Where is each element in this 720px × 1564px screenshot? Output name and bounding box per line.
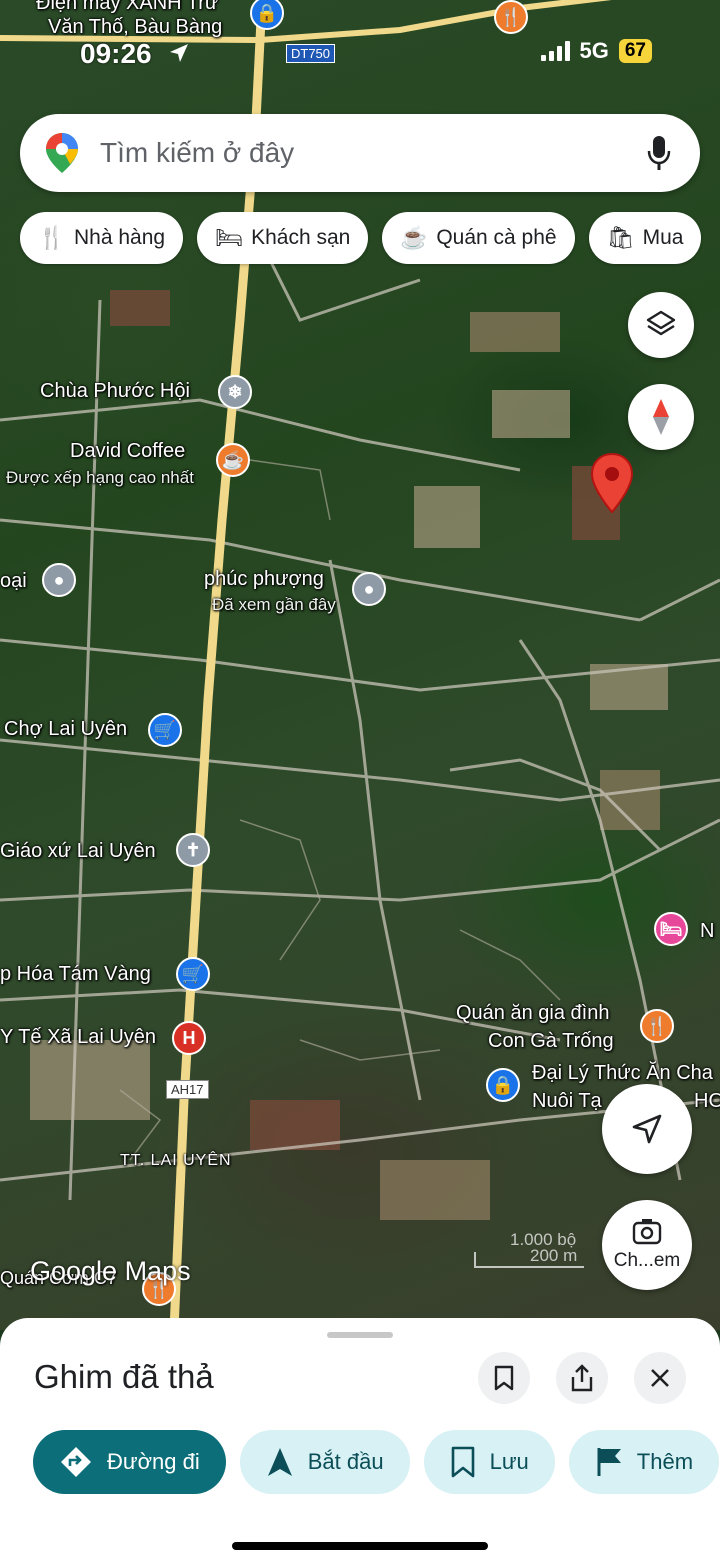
- bookmark-icon: [494, 1365, 514, 1391]
- chip-label: Khách sạn: [251, 226, 351, 249]
- network-type: 5G: [579, 38, 609, 63]
- sheet-title: Ghim đã thả: [34, 1358, 214, 1395]
- shopping-cart-pin-icon[interactable]: 🛒: [176, 957, 210, 991]
- navigation-arrow-icon: [267, 1448, 292, 1476]
- map-scale: 1.000 bộ 200 m: [474, 1230, 584, 1268]
- hotel-icon: 🛏: [215, 225, 244, 250]
- home-indicator[interactable]: [232, 1542, 488, 1550]
- place-label[interactable]: N: [700, 920, 714, 943]
- share-button[interactable]: [556, 1352, 608, 1404]
- town-label: TT. LAI UYÊN: [120, 1152, 232, 1169]
- hotel-pin-icon[interactable]: 🛏: [654, 912, 688, 946]
- place-label[interactable]: oại: [0, 570, 27, 593]
- place-label-phuc-phuong[interactable]: phúc phượng: [204, 568, 324, 591]
- location-arrow-icon: [168, 42, 190, 69]
- chip-hotels[interactable]: 🛏 Khách sạn: [197, 212, 369, 264]
- shopping-cart-pin-icon[interactable]: 🛒: [148, 713, 182, 747]
- navigation-arrow-icon: [632, 1114, 662, 1144]
- close-icon: [651, 1369, 669, 1387]
- compass-icon: [653, 399, 669, 435]
- search-input[interactable]: Tìm kiếm ở đây: [100, 137, 646, 169]
- status-indicators: 5G 67: [540, 38, 652, 64]
- chip-shopping[interactable]: 🛍 Mua: [588, 212, 702, 264]
- store-pin-icon[interactable]: 🔒: [486, 1068, 520, 1102]
- start-label: Bắt đầu: [307, 1449, 384, 1474]
- lens-button[interactable]: Ch...em: [602, 1200, 692, 1290]
- place-label-y-te[interactable]: Y Tế Xã Lai Uyên: [0, 1026, 156, 1049]
- status-time: 09:26: [80, 38, 152, 69]
- chip-label: Mua: [642, 226, 684, 249]
- restaurant-pin-icon[interactable]: 🍴: [640, 1009, 674, 1043]
- dropped-pin-icon[interactable]: [590, 452, 634, 521]
- place-sublabel: Được xếp hạng cao nhất: [6, 468, 194, 487]
- compass-button[interactable]: [628, 384, 694, 450]
- place-label-david-coffee[interactable]: David Coffee: [70, 440, 185, 463]
- layers-icon: [646, 310, 676, 336]
- bottom-sheet[interactable]: Ghim đã thả Đường đi Bắt đầu Lưu Thêm: [0, 1318, 720, 1564]
- coffee-pin-icon[interactable]: ☕: [216, 443, 250, 477]
- temple-pin-icon[interactable]: ❄: [218, 375, 252, 409]
- place-label-giao-xu[interactable]: Giáo xứ Lai Uyên: [0, 840, 156, 863]
- place-label-chua-phuoc-hoi[interactable]: Chùa Phước Hội: [40, 380, 190, 403]
- chip-label: Nhà hàng: [74, 226, 166, 249]
- google-maps-pin-icon: [46, 133, 78, 173]
- start-button[interactable]: Bắt đầu: [239, 1430, 410, 1494]
- place-pin-icon[interactable]: ●: [42, 563, 76, 597]
- flag-icon: [597, 1448, 621, 1476]
- category-chips: 🍴 Nhà hàng 🛏 Khách sạn ☕ Quán cà phê 🛍 M…: [20, 212, 702, 264]
- place-label[interactable]: Văn Thố, Bàu Bàng: [48, 16, 222, 39]
- place-label-dai-ly-2[interactable]: Nuôi Tạ: [532, 1090, 602, 1113]
- place-label-dai-ly[interactable]: Đại Lý Thức Ăn Cha: [532, 1062, 713, 1085]
- lens-label: Ch...em: [613, 1250, 681, 1271]
- my-location-button[interactable]: [602, 1084, 692, 1174]
- road-shield-dt750: DT750: [286, 44, 336, 63]
- battery-indicator: 67: [618, 39, 652, 63]
- place-sublabel: Đã xem gần đây: [212, 595, 336, 614]
- chip-restaurants[interactable]: 🍴 Nhà hàng: [20, 212, 184, 264]
- signal-icon: [540, 41, 570, 61]
- layers-button[interactable]: [628, 292, 694, 358]
- shopping-bag-icon: 🛍: [606, 225, 635, 250]
- recent-place-pin-icon[interactable]: ●: [352, 572, 386, 606]
- close-button[interactable]: [634, 1352, 686, 1404]
- place-label-cho-lai-uyen[interactable]: Chợ Lai Uyên: [4, 718, 127, 741]
- add-label-button[interactable]: Thêm: [568, 1430, 720, 1494]
- directions-icon: [61, 1447, 91, 1477]
- restaurant-pin-icon[interactable]: 🍴: [494, 0, 528, 34]
- sheet-drag-handle[interactable]: [327, 1332, 393, 1338]
- place-label-dai-ly-tail: HOÀ: [694, 1090, 720, 1112]
- chip-coffee[interactable]: ☕ Quán cà phê: [382, 212, 575, 264]
- save-label: Lưu: [489, 1449, 529, 1474]
- place-label-quan-an-2[interactable]: Con Gà Trống: [488, 1030, 614, 1053]
- add-label: Thêm: [636, 1449, 694, 1474]
- share-icon: [571, 1364, 593, 1392]
- save-button[interactable]: Lưu: [423, 1430, 555, 1494]
- microphone-icon[interactable]: [646, 135, 672, 171]
- directions-button[interactable]: Đường đi: [33, 1430, 226, 1494]
- directions-label: Đường đi: [107, 1449, 200, 1474]
- coffee-icon: ☕: [400, 225, 428, 250]
- place-label[interactable]: Điện máy XANH Trừ: [36, 0, 218, 15]
- place-label-tap-hoa[interactable]: p Hóa Tám Vàng: [0, 963, 151, 986]
- chip-label: Quán cà phê: [436, 226, 557, 249]
- bookmark-icon: [451, 1446, 474, 1478]
- search-bar[interactable]: Tìm kiếm ở đây: [20, 114, 700, 192]
- action-buttons: Đường đi Bắt đầu Lưu Thêm: [33, 1430, 720, 1494]
- restaurant-icon: 🍴: [38, 225, 66, 250]
- church-pin-icon[interactable]: ✝: [176, 833, 210, 867]
- camera-lens-icon: [632, 1219, 662, 1245]
- hospital-pin-icon[interactable]: H: [172, 1021, 206, 1055]
- place-label-quan-an[interactable]: Quán ăn gia đình: [456, 1002, 609, 1025]
- road-shield-ah17: AH17: [166, 1080, 209, 1099]
- google-maps-logo: Google Maps: [30, 1256, 191, 1286]
- save-bookmark-button[interactable]: [478, 1352, 530, 1404]
